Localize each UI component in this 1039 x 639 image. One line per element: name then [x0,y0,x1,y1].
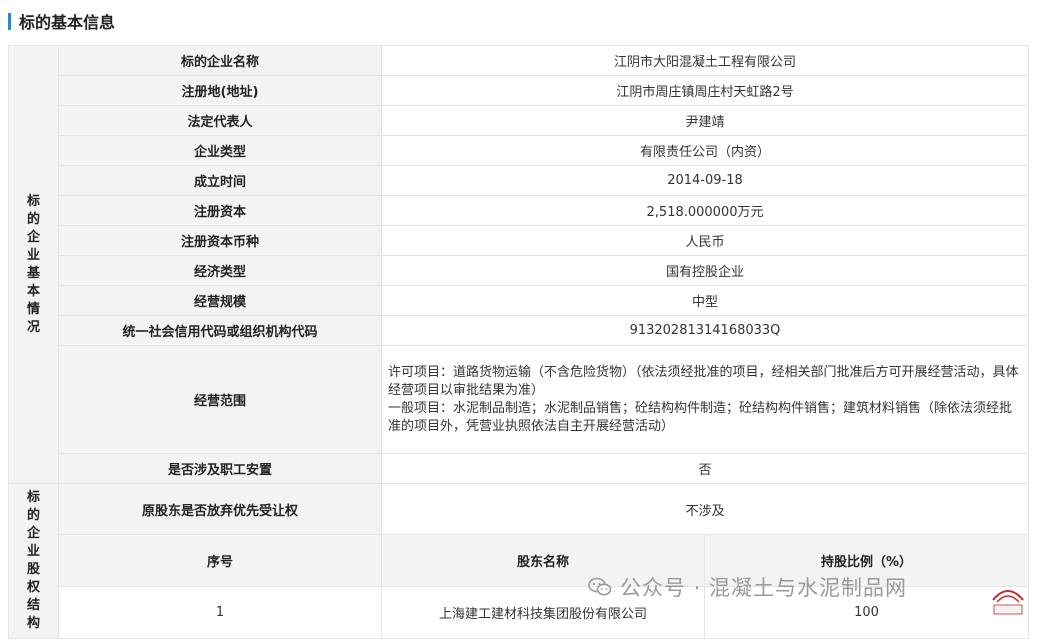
header-ratio: 持股比例（%） [703,534,1030,587]
side-label-company-info: 标 的 企 业 基 本 情 况 [8,45,59,484]
value-scale: 中型 [380,285,1030,316]
label-employee: 是否涉及职工安置 [58,453,382,484]
row-waive-priority: 标 的 企 业 股 权 结 构 原股东是否放弃优先受让权 不涉及 [8,483,1030,639]
value-company-type: 有限责任公司（内资） [380,135,1030,166]
row-employee: 是否涉及职工安置 否 [9,453,1030,484]
row-currency: 注册资本币种 人民币 [9,225,1030,256]
row-economic-type: 经济类型 国有控股企业 [9,255,1030,286]
value-employee: 否 [380,453,1030,484]
row-credit-code: 统一社会信用代码或组织机构代码 91320281314168033Q [9,315,1030,346]
value-waive-priority: 不涉及 [380,483,1030,535]
row-legal-rep: 法定代表人 尹建靖 [9,105,1030,136]
shareholder-name: 上海建工建材科技集团股份有限公司 [381,586,705,639]
row-address: 注册地(地址) 江阴市周庄镇周庄村天虹路2号 [9,75,1030,106]
label-founded: 成立时间 [58,165,382,196]
label-waive-priority: 原股东是否放弃优先受让权 [58,483,382,535]
row-business-scope: 经营范围 许可项目：道路货物运输（不含危险货物）（依法须经批准的项目，经相关部门… [9,345,1030,454]
label-scale: 经营规模 [58,285,382,316]
row-company-name: 标 的 企 业 基 本 情 况 标的企业名称 江阴市大阳混凝土工程有限公司 [8,45,1030,484]
label-currency: 注册资本币种 [58,225,382,256]
value-address: 江阴市周庄镇周庄村天虹路2号 [380,75,1030,106]
row-capital: 注册资本 2,518.000000万元 [9,195,1030,226]
value-capital: 2,518.000000万元 [380,195,1030,226]
header-shareholder-name: 股东名称 [381,534,705,587]
section-accent-bar [8,12,11,30]
label-credit-code: 统一社会信用代码或组织机构代码 [58,315,382,346]
value-company-name: 江阴市大阳混凝土工程有限公司 [380,45,1030,76]
header-no: 序号 [58,534,382,587]
section-title: 标的基本信息 [19,13,116,32]
row-founded: 成立时间 2014-09-18 [9,165,1030,196]
shareholder-header-row: 序号 股东名称 持股比例（%） [9,534,1030,587]
value-founded: 2014-09-18 [380,165,1030,196]
label-legal-rep: 法定代表人 [58,105,382,136]
value-credit-code: 91320281314168033Q [380,315,1030,346]
row-scale: 经营规模 中型 [9,285,1030,316]
info-table: 标 的 企 业 基 本 情 况 标的企业名称 江阴市大阳混凝土工程有限公司 注册… [8,45,1030,639]
shareholder-ratio: 100 [703,586,1030,639]
label-company-name: 标的企业名称 [58,45,382,76]
side-label-equity: 标 的 企 业 股 权 结 构 [8,483,59,639]
label-economic-type: 经济类型 [58,255,382,286]
shareholder-no: 1 [58,586,382,639]
row-company-type: 企业类型 有限责任公司（内资） [9,135,1030,166]
value-currency: 人民币 [380,225,1030,256]
label-company-type: 企业类型 [58,135,382,166]
table-row: 1 上海建工建材科技集团股份有限公司 100 [9,586,1030,639]
value-business-scope: 许可项目：道路货物运输（不含危险货物）（依法须经批准的项目，经相关部门批准后方可… [380,345,1030,454]
label-business-scope: 经营范围 [58,345,382,454]
value-legal-rep: 尹建靖 [380,105,1030,136]
scope-line-general: 一般项目：水泥制品制造；水泥制品销售；砼结构构件制造；砼结构构件销售；建筑材料销… [388,400,1013,434]
site-logo [992,590,1024,615]
value-economic-type: 国有控股企业 [380,255,1030,286]
scope-line-licensed: 许可项目：道路货物运输（不含危险货物）（依法须经批准的项目，经相关部门批准后方可… [388,364,1019,398]
section-header: 标的基本信息 [8,10,115,32]
label-address: 注册地(地址) [58,75,382,106]
label-capital: 注册资本 [58,195,382,226]
